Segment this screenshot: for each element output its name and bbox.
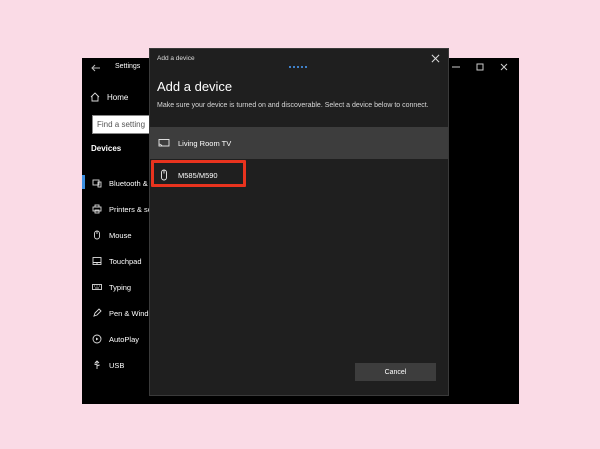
add-device-dialog: Add a device Add a device Make sure your… bbox=[150, 49, 448, 395]
highlight-annotation-box bbox=[151, 160, 246, 187]
back-arrow-icon[interactable] bbox=[90, 62, 102, 74]
close-icon[interactable] bbox=[431, 54, 440, 63]
dialog-titlebar-text: Add a device bbox=[157, 55, 195, 62]
sidebar-item-label: Mouse bbox=[109, 230, 132, 240]
keyboard-icon bbox=[92, 284, 102, 290]
sidebar-item-label: Touchpad bbox=[109, 256, 142, 266]
sidebar-item-label: Bluetooth & other devices bbox=[109, 178, 150, 188]
cancel-button[interactable]: Cancel bbox=[355, 363, 436, 381]
sidebar-item-pen[interactable]: Pen & Windows Ink bbox=[82, 300, 150, 326]
device-name: Living Room TV bbox=[178, 138, 232, 148]
maximize-icon[interactable] bbox=[475, 62, 485, 72]
sidebar-item-label: Pen & Windows Ink bbox=[109, 308, 150, 318]
close-icon[interactable] bbox=[499, 62, 509, 72]
mouse-icon bbox=[94, 230, 100, 240]
sidebar-item-mouse[interactable]: Mouse bbox=[82, 222, 150, 248]
bluetooth-devices-icon bbox=[92, 179, 102, 188]
sidebar-item-label: AutoPlay bbox=[109, 334, 140, 344]
home-icon bbox=[90, 92, 100, 102]
dialog-titlebar: Add a device bbox=[150, 49, 448, 69]
dialog-subtitle: Make sure your device is turned on and d… bbox=[157, 102, 429, 109]
sidebar-item-usb[interactable]: USB bbox=[82, 352, 150, 378]
pen-icon bbox=[93, 308, 102, 317]
loading-indicator bbox=[289, 66, 307, 68]
sidebar-item-label: Printers & scanners bbox=[109, 204, 150, 214]
dialog-heading: Add a device bbox=[157, 79, 233, 94]
home-label: Home bbox=[107, 92, 129, 102]
settings-title: Settings bbox=[115, 63, 141, 70]
sidebar-nav: Bluetooth & other devices Printers & sca… bbox=[82, 170, 150, 378]
window-controls bbox=[451, 62, 509, 72]
minimize-icon[interactable] bbox=[451, 62, 461, 72]
sidebar-item-typing[interactable]: Typing bbox=[82, 274, 150, 300]
sidebar-item-autoplay[interactable]: AutoPlay bbox=[82, 326, 150, 352]
printer-icon bbox=[92, 204, 102, 214]
sidebar-item-touchpad[interactable]: Touchpad bbox=[82, 248, 150, 274]
sidebar-item-printers[interactable]: Printers & scanners bbox=[82, 196, 150, 222]
sidebar-item-label: USB bbox=[109, 360, 125, 370]
autoplay-icon bbox=[92, 334, 102, 344]
section-heading: Devices bbox=[91, 144, 122, 153]
device-item-living-room-tv[interactable]: Living Room TV bbox=[150, 127, 448, 159]
sidebar-item-label: Typing bbox=[109, 282, 132, 292]
touchpad-icon bbox=[92, 257, 102, 265]
display-icon bbox=[158, 139, 170, 147]
sidebar-item-bluetooth[interactable]: Bluetooth & other devices bbox=[82, 170, 150, 196]
device-list: Living Room TV M585/M590 bbox=[150, 127, 448, 191]
home-nav-item[interactable]: Home bbox=[90, 92, 128, 102]
usb-icon bbox=[94, 360, 100, 369]
